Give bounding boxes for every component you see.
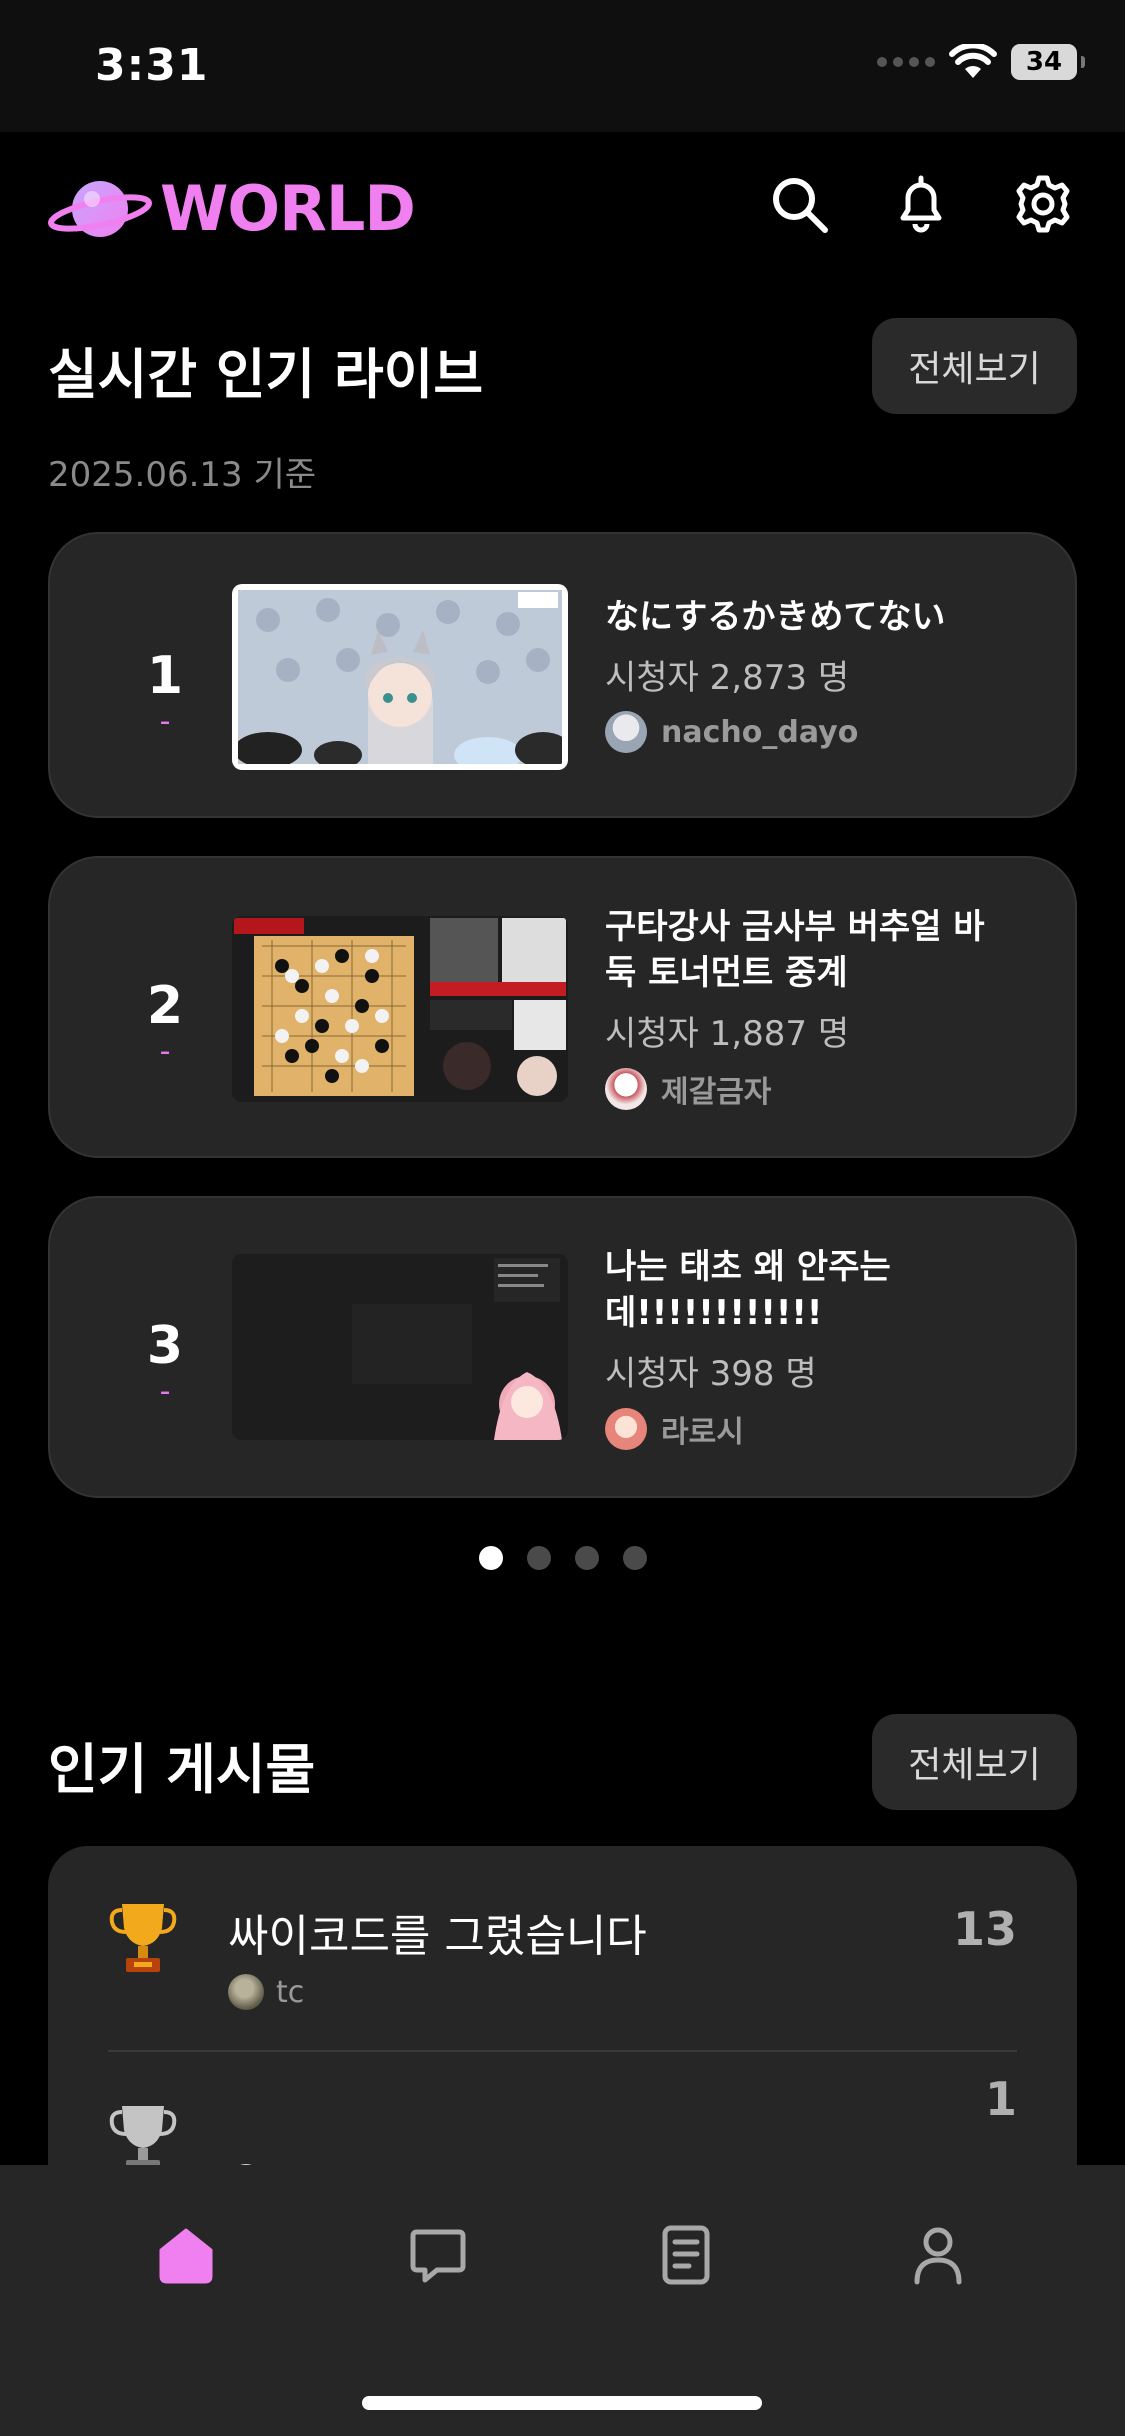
live-info: 구타강사 금사부 버추얼 바둑 토너먼트 중계 시청자 1,887 명 제갈금자 [605,904,1015,1111]
pager-dot[interactable] [622,1546,647,1570]
live-title: 나는 태초 왜 안주는데!!!!!!!!!!!! [605,1247,891,1333]
viewer-label: 시청자 [605,1014,699,1054]
gear-icon[interactable] [1011,172,1075,236]
rank-change-marker: - [159,704,171,739]
live-view-all-button[interactable]: 전체보기 [872,318,1077,414]
profile-icon [914,2227,962,2285]
list-item[interactable]: 싸이코드를 그렸습니다 tc 13 [108,1846,1017,2016]
viewer-unit: 명 [817,658,850,698]
pager-dot[interactable] [526,1546,551,1570]
avatar [228,1974,264,2010]
carousel-pager[interactable] [0,1546,1125,1570]
tab-home[interactable] [146,2215,226,2295]
cellular-signal-icon [877,57,935,67]
post-count: 1 [984,2072,1017,2126]
live-card[interactable]: 3 - 나는 태초 왜 안주는데!!!!!!!!!!!! 시청자 398 명 라… [48,1196,1077,1498]
app-header: WORLD [0,132,1125,282]
gold-trophy-icon [109,1904,177,1972]
tab-chat[interactable] [398,2215,478,2295]
streamer[interactable]: nacho_dayo [605,711,1015,753]
viewer-unit: 명 [785,1354,817,1394]
battery-level: 34 [1025,47,1063,77]
tab-posts[interactable] [646,2215,726,2295]
viewer-label: 시청자 [605,1354,699,1394]
stream-thumbnail [232,916,568,1102]
status-time: 3:31 [95,40,209,91]
stream-thumbnail [232,584,568,770]
streamer-name: nacho_dayo [661,714,859,750]
viewer-count: 시청자 2,873 명 [605,650,1015,699]
author-name: tc [276,1974,305,2010]
rank-change-marker: - [159,1374,171,1409]
viewer-number: 1,887 [709,1014,807,1054]
document-icon [662,2225,710,2285]
viewer-number: 398 [709,1354,775,1394]
live-title: 구타강사 금사부 버추얼 바둑 토너먼트 중계 [605,907,985,993]
header-actions [767,172,1075,236]
planet-logo-icon [48,180,152,237]
post-author[interactable]: tc [228,1974,304,2010]
home-icon [159,2228,213,2284]
status-bar: 3:31 34 [0,0,1125,132]
pager-dot[interactable] [478,1546,503,1570]
app-logo[interactable]: WORLD [48,172,416,245]
posts-view-all-button[interactable]: 전체보기 [872,1714,1077,1810]
live-card[interactable]: 1 - なにするかきめてない 시청자 2,873 명 nacho_dayo [48,532,1077,818]
wifi-icon [949,44,997,78]
chat-icon [410,2229,466,2283]
home-indicator[interactable] [362,2396,762,2410]
live-card[interactable]: 2 - 구타강사 금사부 버추얼 바둑 토너먼트 중계 시청자 1,887 명 … [48,856,1077,1158]
live-info: なにするかきめてない 시청자 2,873 명 nacho_dayo [605,594,1015,753]
logo-text: WORLD [160,172,416,245]
streamer[interactable]: 라로시 [605,1407,1015,1451]
live-date-note: 2025.06.13 기준 [48,455,317,495]
search-icon[interactable] [767,172,831,236]
stream-thumbnail [232,1254,568,1440]
live-info: 나는 태초 왜 안주는데!!!!!!!!!!!! 시청자 398 명 라로시 [605,1244,1015,1451]
rank-number: 2 [146,976,184,1036]
streamer-name: 라로시 [661,1415,744,1450]
pager-dot[interactable] [574,1546,599,1570]
battery-icon: 34 [1011,44,1085,80]
tab-profile[interactable] [898,2215,978,2295]
streamer-name: 제갈금자 [661,1075,772,1110]
rank-number: 3 [146,1316,184,1376]
post-title: 싸이코드를 그렸습니다 [228,1911,647,1962]
avatar [605,1068,647,1110]
viewer-unit: 명 [817,1014,850,1054]
streamer[interactable]: 제갈금자 [605,1067,1015,1111]
bell-icon[interactable] [889,172,953,236]
rank-number: 1 [146,646,184,706]
avatar [605,1408,647,1450]
viewer-count: 시청자 398 명 [605,1346,1015,1395]
post-count: 13 [952,1902,1017,1956]
status-icons: 34 [877,44,1085,80]
viewer-number: 2,873 [709,658,807,698]
viewer-count: 시청자 1,887 명 [605,1006,1015,1055]
live-title: なにするかきめてない [605,597,946,637]
viewer-label: 시청자 [605,658,699,698]
live-section-title: 실시간 인기 라이브 [48,343,484,406]
posts-section-title: 인기 게시물 [48,1738,316,1801]
rank-change-marker: - [159,1034,171,1069]
avatar [605,711,647,753]
